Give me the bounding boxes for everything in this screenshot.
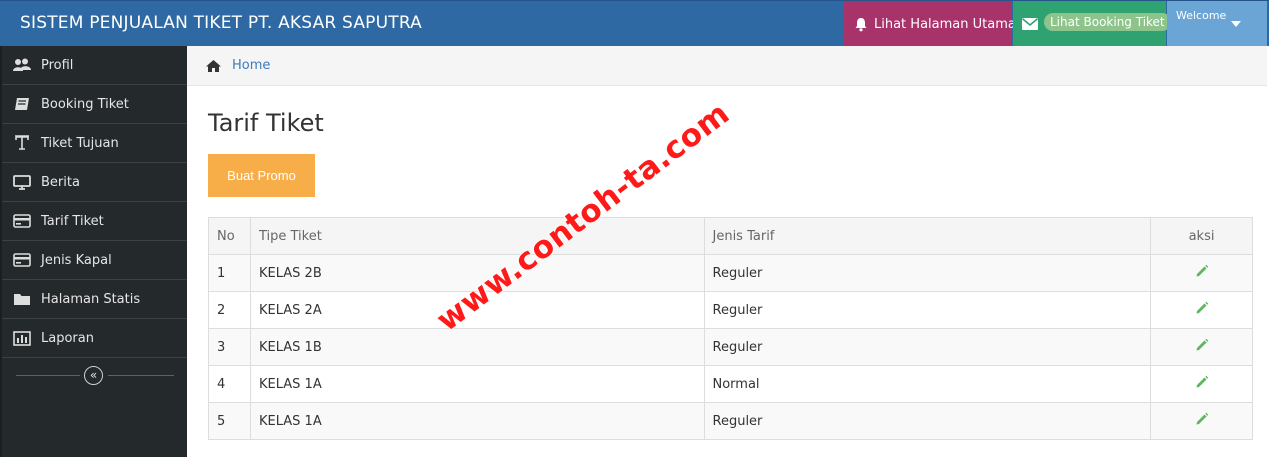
sidebar-item-label: Booking Tiket (41, 96, 129, 112)
page-title: Tarif Tiket (208, 109, 324, 137)
users-icon (12, 57, 32, 73)
sidebar-item-label: Tarif Tiket (41, 213, 104, 229)
cell-jenis-tarif: Reguler (703, 402, 1152, 440)
sidebar-item-profil[interactable]: Profil (2, 46, 187, 85)
table-header-row: No Tipe Tiket Jenis Tarif aksi (208, 217, 1253, 255)
user-menu[interactable]: Welcome (1167, 1, 1267, 47)
app-window: SISTEM PENJUALAN TIKET PT. AKSAR SAPUTRA… (0, 0, 1269, 457)
column-header-no[interactable]: No (208, 217, 251, 255)
chevron-down-icon (1231, 21, 1241, 27)
sidebar-item-tarif-tiket[interactable]: Tarif Tiket (2, 202, 187, 241)
sidebar-item-label: Profil (41, 57, 74, 73)
envelope-icon (1022, 18, 1038, 30)
home-page-link-label: Lihat Halaman Utama (874, 16, 1016, 32)
create-promo-button[interactable]: Buat Promo (208, 154, 315, 197)
table-row: 2 KELAS 2A Reguler (208, 291, 1253, 329)
book-icon (12, 96, 32, 112)
cell-no: 3 (208, 328, 251, 366)
sidebar-item-label: Laporan (41, 330, 94, 346)
sidebar-collapse-row: « (2, 363, 187, 389)
cell-aksi (1150, 365, 1253, 403)
column-header-aksi: aksi (1150, 217, 1253, 255)
booking-link-badge: Lihat Booking Tiket (1044, 13, 1171, 31)
sidebar-item-jenis-kapal[interactable]: Jenis Kapal (2, 241, 187, 280)
text-icon (12, 135, 32, 151)
pencil-icon[interactable] (1195, 375, 1209, 389)
sidebar-item-halaman-statis[interactable]: Halaman Statis (2, 280, 187, 319)
booking-link[interactable]: Lihat Booking Tiket (1013, 1, 1171, 47)
cell-jenis-tarif: Normal (703, 365, 1152, 403)
bar-chart-icon (12, 330, 32, 346)
sidebar: Profil Booking Tiket Tiket Tujuan Berita… (0, 46, 187, 457)
cell-tipe-tiket: KELAS 1B (249, 328, 705, 366)
home-icon (206, 59, 221, 72)
cell-tipe-tiket: KELAS 1A (249, 402, 705, 440)
table-row: 4 KELAS 1A Normal (208, 365, 1253, 403)
sidebar-item-label: Halaman Statis (41, 291, 141, 307)
breadcrumb: Home (187, 46, 1269, 86)
card-icon (12, 252, 32, 268)
card-icon (12, 213, 32, 229)
collapse-sidebar-button[interactable]: « (84, 366, 103, 385)
divider (16, 375, 80, 376)
cell-aksi (1150, 328, 1253, 366)
table-row: 5 KELAS 1A Reguler (208, 402, 1253, 440)
cell-aksi (1150, 402, 1253, 440)
cell-no: 1 (208, 254, 251, 292)
cell-jenis-tarif: Reguler (703, 291, 1152, 329)
sidebar-item-tiket-tujuan[interactable]: Tiket Tujuan (2, 124, 187, 163)
cell-aksi (1150, 254, 1253, 292)
sidebar-item-booking-tiket[interactable]: Booking Tiket (2, 85, 187, 124)
monitor-icon (12, 174, 32, 190)
cell-no: 4 (208, 365, 251, 403)
pencil-icon[interactable] (1195, 301, 1209, 315)
sidebar-item-label: Jenis Kapal (41, 252, 112, 268)
divider (108, 375, 174, 376)
breadcrumb-home-link[interactable]: Home (232, 58, 270, 73)
cell-aksi (1150, 291, 1253, 329)
table-row: 3 KELAS 1B Reguler (208, 328, 1253, 366)
sidebar-item-label: Tiket Tujuan (41, 135, 119, 151)
sidebar-item-berita[interactable]: Berita (2, 163, 187, 202)
sidebar-item-laporan[interactable]: Laporan (2, 319, 187, 358)
cell-jenis-tarif: Reguler (703, 328, 1152, 366)
cell-tipe-tiket: KELAS 1A (249, 365, 705, 403)
home-page-link[interactable]: Lihat Halaman Utama (844, 1, 1016, 47)
top-navbar: SISTEM PENJUALAN TIKET PT. AKSAR SAPUTRA… (0, 0, 1269, 47)
column-header-tipe-tiket[interactable]: Tipe Tiket (249, 217, 705, 255)
pencil-icon[interactable] (1195, 338, 1209, 352)
sidebar-item-label: Berita (41, 174, 80, 190)
bell-icon (855, 17, 867, 31)
cell-no: 2 (208, 291, 251, 329)
cell-jenis-tarif: Reguler (703, 254, 1152, 292)
folder-icon (12, 291, 32, 307)
welcome-label: Welcome (1176, 9, 1227, 22)
cell-no: 5 (208, 402, 251, 440)
app-title: SISTEM PENJUALAN TIKET PT. AKSAR SAPUTRA (20, 13, 422, 33)
tarif-table: No Tipe Tiket Jenis Tarif aksi 1 KELAS 2… (208, 217, 1253, 440)
table-row: 1 KELAS 2B Reguler (208, 254, 1253, 292)
column-header-jenis-tarif[interactable]: Jenis Tarif (703, 217, 1152, 255)
pencil-icon[interactable] (1195, 412, 1209, 426)
pencil-icon[interactable] (1195, 264, 1209, 278)
